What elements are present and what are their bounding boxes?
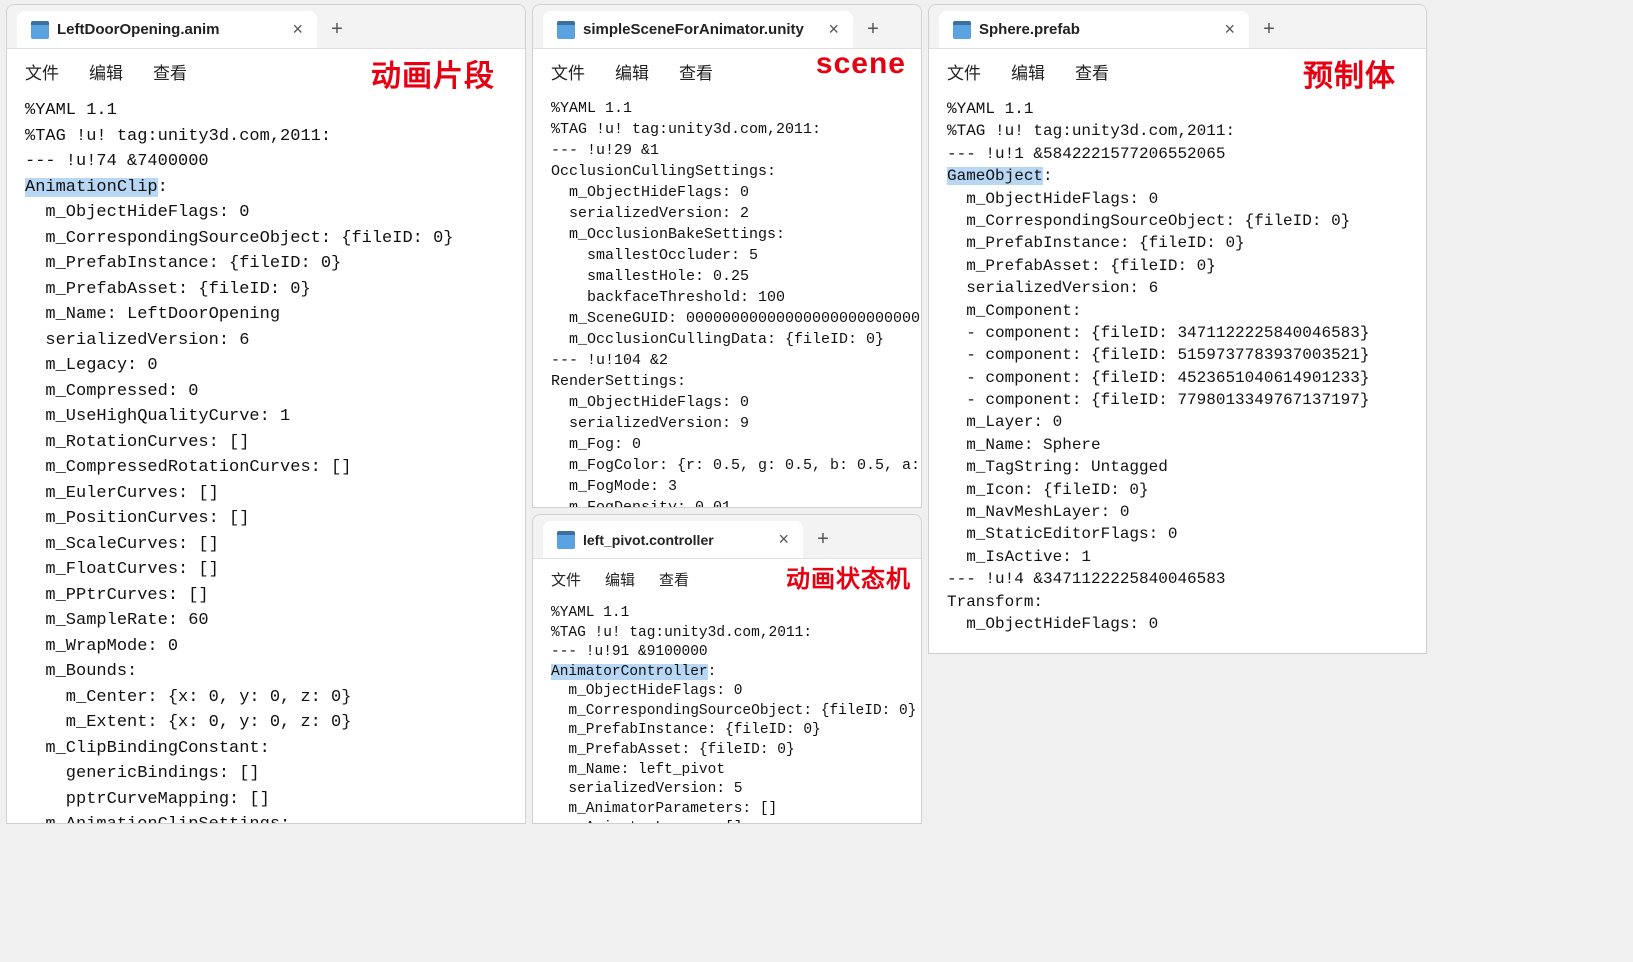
close-icon[interactable]: × [1224, 19, 1235, 40]
notepad-icon [557, 531, 575, 549]
window-controller: left_pivot.controller × + 文件 编辑 查看 动画状态机… [532, 514, 922, 824]
tab-active[interactable]: simpleSceneForAnimator.unity × [543, 11, 853, 48]
notepad-icon [31, 21, 49, 39]
window-scene: simpleSceneForAnimator.unity × + 文件 编辑 查… [532, 4, 922, 508]
tab-active[interactable]: LeftDoorOpening.anim × [17, 11, 317, 48]
annotation-label: 预制体 [1303, 51, 1396, 95]
tab-title: Sphere.prefab [979, 21, 1080, 38]
new-tab-button[interactable]: + [803, 521, 843, 558]
tab-active[interactable]: left_pivot.controller × [543, 521, 803, 558]
menu-bar: 文件 编辑 查看 scene [533, 49, 921, 94]
titlebar: Sphere.prefab × + [929, 5, 1426, 49]
tab-title: simpleSceneForAnimator.unity [583, 21, 804, 38]
notepad-icon [557, 21, 575, 39]
close-icon[interactable]: × [828, 19, 839, 40]
text-content[interactable]: %YAML 1.1%TAG !u! tag:unity3d.com,2011:-… [929, 94, 1426, 653]
titlebar: left_pivot.controller × + [533, 515, 921, 559]
menu-edit[interactable]: 编辑 [1011, 59, 1045, 84]
menu-bar: 文件 编辑 查看 动画状态机 [533, 559, 921, 600]
new-tab-button[interactable]: + [317, 11, 357, 48]
window-prefab: Sphere.prefab × + 文件 编辑 查看 预制体 %YAML 1.1… [928, 4, 1427, 654]
menu-edit[interactable]: 编辑 [605, 569, 635, 590]
titlebar: simpleSceneForAnimator.unity × + [533, 5, 921, 49]
menu-file[interactable]: 文件 [551, 569, 581, 590]
menu-view[interactable]: 查看 [679, 59, 713, 84]
menu-file[interactable]: 文件 [947, 59, 981, 84]
menu-view[interactable]: 查看 [1075, 59, 1109, 84]
tab-title: left_pivot.controller [583, 532, 714, 548]
menu-view[interactable]: 查看 [659, 569, 689, 590]
menu-edit[interactable]: 编辑 [615, 59, 649, 84]
new-tab-button[interactable]: + [1249, 11, 1289, 48]
tab-title: LeftDoorOpening.anim [57, 21, 220, 38]
titlebar: LeftDoorOpening.anim × + [7, 5, 525, 49]
close-icon[interactable]: × [292, 19, 303, 40]
menu-bar: 文件 编辑 查看 预制体 [929, 49, 1426, 94]
menu-view[interactable]: 查看 [153, 59, 187, 84]
notepad-icon [953, 21, 971, 39]
annotation-label: 动画状态机 [786, 559, 911, 594]
text-content[interactable]: %YAML 1.1%TAG !u! tag:unity3d.com,2011:-… [7, 94, 525, 823]
menu-bar: 文件 编辑 查看 动画片段 [7, 49, 525, 94]
annotation-label: 动画片段 [371, 51, 495, 95]
window-anim: LeftDoorOpening.anim × + 文件 编辑 查看 动画片段 %… [6, 4, 526, 824]
menu-file[interactable]: 文件 [25, 59, 59, 84]
annotation-label: scene [816, 47, 906, 81]
menu-file[interactable]: 文件 [551, 59, 585, 84]
tab-active[interactable]: Sphere.prefab × [939, 11, 1249, 48]
menu-edit[interactable]: 编辑 [89, 59, 123, 84]
text-content[interactable]: %YAML 1.1%TAG !u! tag:unity3d.com,2011:-… [533, 600, 921, 823]
text-content[interactable]: %YAML 1.1%TAG !u! tag:unity3d.com,2011:-… [533, 94, 921, 507]
close-icon[interactable]: × [778, 529, 789, 550]
new-tab-button[interactable]: + [853, 11, 893, 48]
